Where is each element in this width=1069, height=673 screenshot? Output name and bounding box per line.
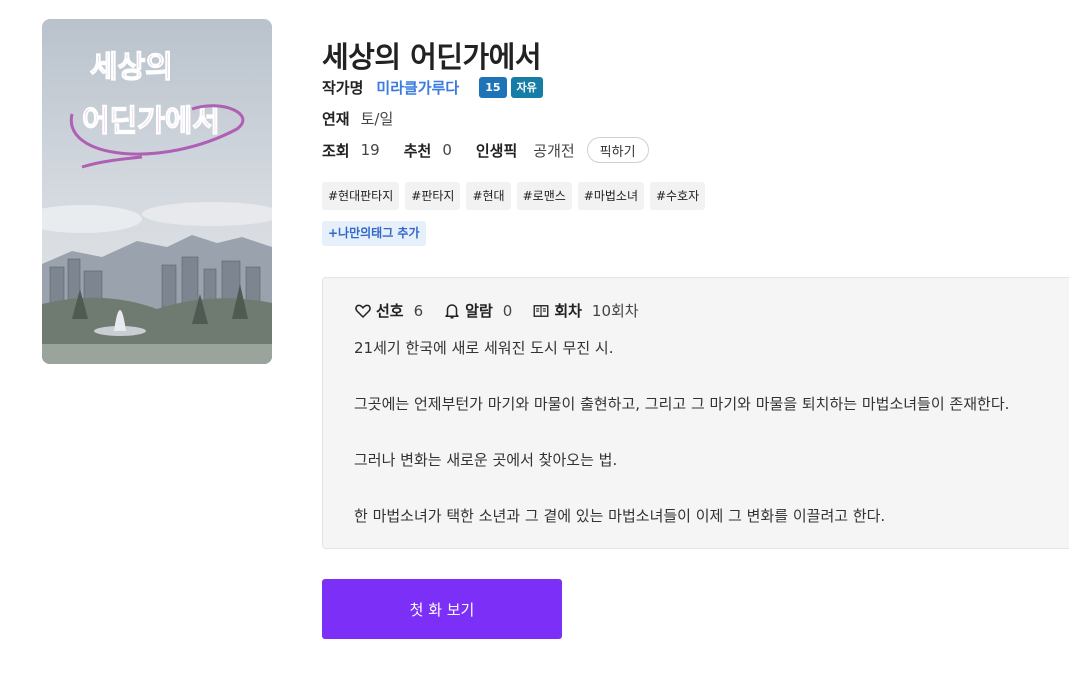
cover-title-line1: 세상의 — [90, 50, 173, 85]
heart-icon — [354, 302, 372, 320]
favorite-stat[interactable]: 선호 6 — [354, 300, 423, 321]
pick-button[interactable]: 픽하기 — [586, 137, 649, 163]
recommend-label: 추천 — [403, 141, 432, 160]
life-pick-value: 공개전 — [533, 141, 575, 160]
author-link[interactable]: 미라클가루다 — [376, 77, 459, 98]
serial-label: 연재 — [322, 109, 350, 128]
favorite-label: 선호 — [376, 302, 404, 320]
serial-days: 토/일 — [360, 109, 394, 128]
synopsis-paragraph: 그러나 변화는 새로운 곳에서 찾아오는 법. — [354, 451, 618, 469]
recommend-count: 0 — [442, 141, 452, 159]
life-pick-label: 인생픽 — [475, 141, 518, 160]
synopsis-paragraph: 그곳에는 언제부턴가 마기와 마물이 출현하고, 그리고 그 마기와 마물을 퇴… — [354, 395, 1010, 413]
age-rating-badge: 15 — [479, 76, 507, 98]
work-title: 세상의 어딘가에서 — [322, 40, 542, 74]
synopsis-paragraph: 21세기 한국에 새로 세워진 도시 무진 시. — [354, 339, 614, 357]
tag-list: #현대판타지 #판타지 #현대 #로맨스 #마법소녀 #수호자 — [322, 182, 706, 210]
tag-chip[interactable]: #수호자 — [650, 182, 706, 210]
tag-chip[interactable]: #로맨스 — [516, 182, 572, 210]
synopsis-panel: 선호 6 알람 0 회차 10회차 21세기 한국에 새로 세워진 도시 무진 … — [322, 277, 1069, 549]
author-label: 작가명 — [322, 78, 364, 97]
cover-image: 세상의 어딘가에서 — [42, 19, 272, 364]
add-my-tag-button[interactable]: +나만의태그 추가 — [322, 221, 426, 246]
alarm-label: 알람 — [465, 302, 493, 320]
synopsis-paragraph: 한 마법소녀가 택한 소년과 그 곁에 있는 마법소녀들이 이제 그 변화를 이… — [354, 507, 886, 525]
book-icon — [532, 302, 550, 320]
bell-icon — [443, 302, 461, 320]
synopsis-text: 21세기 한국에 새로 세워진 도시 무진 시. 그곳에는 언제부턴가 마기와 … — [354, 338, 1009, 562]
cover-title-line2: 어딘가에서 — [82, 104, 220, 139]
free-badge: 자유 — [510, 76, 543, 98]
favorite-count: 6 — [413, 301, 424, 320]
alarm-count: 0 — [502, 301, 513, 320]
tag-chip[interactable]: #판타지 — [405, 182, 461, 210]
episodes-label: 회차 — [554, 302, 582, 320]
first-episode-button[interactable]: 첫 화 보기 — [322, 579, 562, 639]
tag-chip[interactable]: #현대 — [466, 182, 511, 210]
alarm-stat[interactable]: 알람 0 — [443, 300, 512, 321]
episodes-count: 10회차 — [591, 302, 639, 320]
views-count: 19 — [360, 141, 380, 159]
cover-artwork: 세상의 어딘가에서 — [42, 19, 272, 364]
episodes-stat: 회차 10회차 — [532, 300, 639, 321]
tag-chip[interactable]: #마법소녀 — [577, 182, 644, 210]
views-label: 조회 — [322, 141, 350, 160]
tag-chip[interactable]: #현대판타지 — [322, 182, 400, 210]
stats-bar: 선호 6 알람 0 회차 10회차 — [354, 300, 659, 321]
